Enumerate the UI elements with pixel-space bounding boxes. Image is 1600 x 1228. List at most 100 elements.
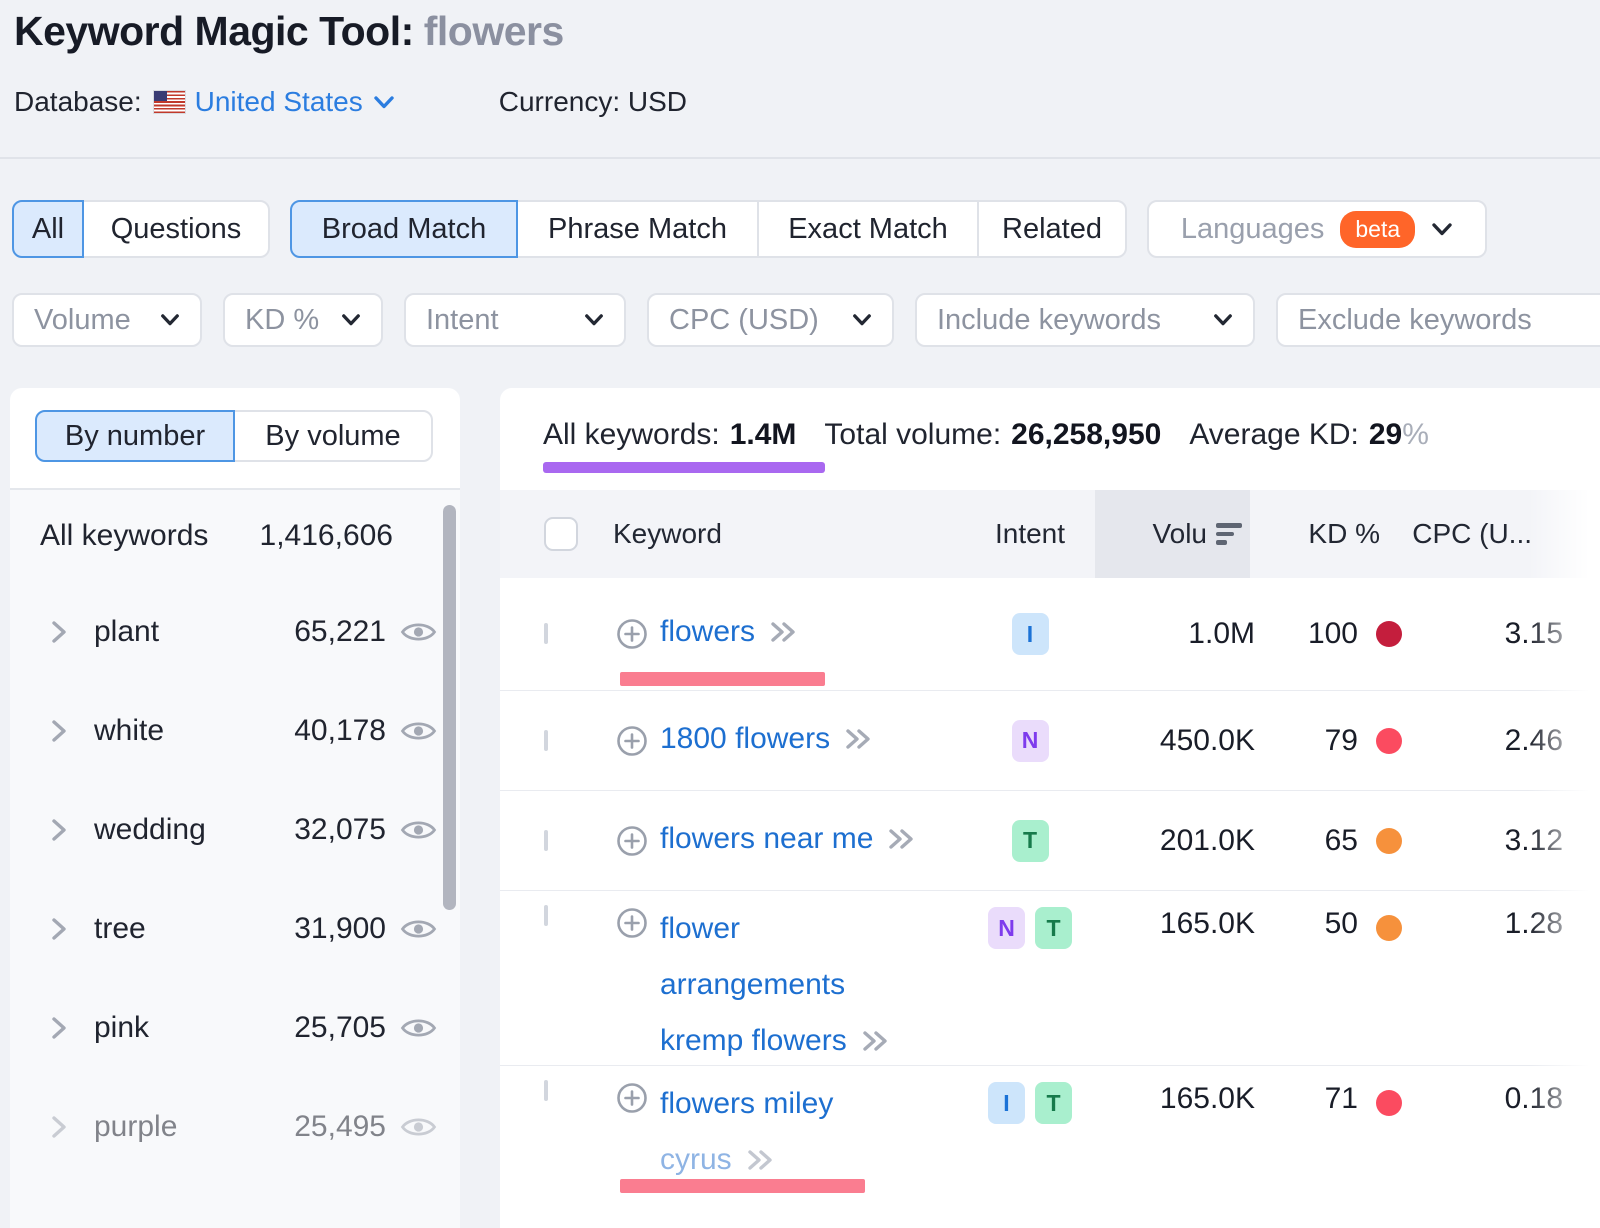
chevron-right-icon[interactable]: [50, 916, 68, 942]
group-row-wedding[interactable]: wedding 32,075: [10, 780, 460, 879]
row-checkbox[interactable]: [544, 905, 548, 926]
cpc-value: 2.46: [1400, 724, 1563, 758]
keyword-link[interactable]: 1800 flowers: [660, 720, 874, 762]
eye-icon[interactable]: [400, 1114, 437, 1140]
chevron-right-icon[interactable]: [50, 1015, 68, 1041]
select-all-checkbox[interactable]: [544, 517, 578, 551]
intent-badge-transactional: T: [1035, 907, 1072, 949]
eye-icon[interactable]: [400, 916, 437, 942]
plus-circle-icon[interactable]: [616, 907, 648, 939]
column-header-keyword: Keyword: [613, 490, 722, 578]
kd-level-dot: [1376, 828, 1402, 854]
table-row: 1800 flowers N 450.0K 79 2.46: [500, 690, 1600, 790]
keyword-link[interactable]: flowers: [660, 613, 799, 655]
eye-icon[interactable]: [400, 718, 437, 744]
group-row-tree[interactable]: tree 31,900: [10, 879, 460, 978]
page-title: Keyword Magic Tool:flowers: [14, 8, 564, 55]
keyword-magic-tool-page: Keyword Magic Tool:flowers Database: Uni…: [0, 0, 1600, 1228]
filter-exclude-keywords[interactable]: Exclude keywords: [1276, 293, 1600, 347]
average-kd-value: 29: [1369, 418, 1402, 451]
chevron-down-icon: [584, 313, 604, 327]
tab-phrase-match[interactable]: Phrase Match: [516, 200, 759, 258]
meta-row: Database: United States Currency: USD: [14, 86, 687, 118]
total-volume-label: Total volume:: [824, 418, 1001, 452]
languages-dropdown[interactable]: Languages beta: [1147, 200, 1487, 258]
eye-icon[interactable]: [400, 817, 437, 843]
table-header: Keyword Intent Volu KD % CPC (U...: [500, 490, 1600, 578]
currency-label: Currency:: [499, 86, 620, 117]
filter-intent[interactable]: Intent: [404, 293, 626, 347]
filter-kd[interactable]: KD %: [223, 293, 383, 347]
tab-questions[interactable]: Questions: [82, 200, 270, 258]
highlight-bar-keyword: [620, 1179, 865, 1193]
chevron-down-icon: [1213, 313, 1233, 327]
tab-related[interactable]: Related: [977, 200, 1127, 258]
intent-badge-transactional: T: [1035, 1082, 1072, 1124]
keyword-link[interactable]: flowers miley cyrus: [660, 1076, 833, 1192]
volume-value: 450.0K: [1090, 724, 1255, 758]
table-stats: All keywords:1.4M Total volume:26,258,95…: [543, 418, 1429, 452]
sidebar-scrollbar[interactable]: [443, 505, 456, 910]
filters-row: Volume KD % Intent CPC (USD) Include key…: [12, 293, 1600, 347]
all-keywords-count: 1,416,606: [260, 519, 393, 553]
plus-circle-icon[interactable]: [616, 1082, 648, 1114]
table-row: flowers miley cyrus I T 165.0K 71 0.18: [500, 1065, 1600, 1228]
chevron-right-icon[interactable]: [50, 817, 68, 843]
row-checkbox[interactable]: [544, 623, 548, 644]
kd-value: 65: [1255, 824, 1358, 858]
table-body: flowers I 1.0M 100 3.15 1800 flowers N 4…: [500, 578, 1600, 1228]
database-value: United States: [195, 86, 363, 118]
page-title-query: flowers: [424, 8, 564, 54]
group-row-white[interactable]: white 40,178: [10, 681, 460, 780]
scope-tab-group: All Questions: [12, 200, 270, 258]
tab-broad-match[interactable]: Broad Match: [290, 200, 518, 258]
group-row-plant[interactable]: plant 65,221: [10, 582, 460, 681]
filter-cpc[interactable]: CPC (USD): [647, 293, 894, 347]
double-chevron-right-icon[interactable]: [769, 617, 799, 655]
kd-level-dot: [1376, 915, 1402, 941]
keyword-link[interactable]: flower arrangements kremp flowers: [660, 901, 912, 1073]
all-keywords-row[interactable]: All keywords 1,416,606: [10, 490, 460, 582]
double-chevron-right-icon[interactable]: [844, 724, 874, 762]
us-flag-icon: [154, 91, 185, 113]
group-row-pink[interactable]: pink 25,705: [10, 978, 460, 1077]
column-header-cpc[interactable]: CPC (U...: [1380, 490, 1532, 578]
tab-exact-match[interactable]: Exact Match: [757, 200, 979, 258]
page-title-main: Keyword Magic Tool:: [14, 8, 414, 54]
column-header-volume[interactable]: Volu: [1095, 490, 1242, 578]
tab-by-volume[interactable]: By volume: [233, 410, 433, 462]
eye-icon[interactable]: [400, 1015, 437, 1041]
row-checkbox[interactable]: [544, 730, 548, 751]
kd-value: 50: [1255, 907, 1358, 941]
intent-badge-informational: I: [988, 1082, 1025, 1124]
intent-badge-navigational: N: [988, 907, 1025, 949]
plus-circle-icon[interactable]: [616, 618, 648, 650]
all-keywords-label: All keywords: [40, 519, 208, 553]
filter-volume[interactable]: Volume: [12, 293, 202, 347]
eye-icon[interactable]: [400, 619, 437, 645]
group-row-purple[interactable]: purple 25,495: [10, 1077, 460, 1176]
kd-level-dot: [1376, 621, 1402, 647]
row-checkbox[interactable]: [544, 1080, 548, 1101]
plus-circle-icon[interactable]: [616, 825, 648, 857]
plus-circle-icon[interactable]: [616, 725, 648, 757]
sort-desc-icon: [1216, 523, 1242, 545]
database-select[interactable]: United States: [195, 86, 395, 118]
filter-include-keywords[interactable]: Include keywords: [915, 293, 1255, 347]
keywords-table-panel: All keywords:1.4M Total volume:26,258,95…: [500, 388, 1600, 1228]
cpc-value: 3.12: [1400, 824, 1563, 858]
volume-value: 165.0K: [1090, 1082, 1255, 1116]
table-row: flowers I 1.0M 100 3.15: [500, 578, 1600, 690]
row-checkbox[interactable]: [544, 830, 548, 851]
double-chevron-right-icon[interactable]: [887, 824, 917, 862]
tab-all[interactable]: All: [12, 200, 84, 258]
beta-badge: beta: [1340, 211, 1415, 248]
chevron-right-icon[interactable]: [50, 619, 68, 645]
chevron-down-icon: [373, 95, 395, 110]
chevron-right-icon[interactable]: [50, 1114, 68, 1140]
keyword-link[interactable]: flowers near me: [660, 820, 912, 862]
tab-by-number[interactable]: By number: [35, 410, 235, 462]
highlight-bar-all-keywords: [543, 462, 825, 473]
column-header-kd[interactable]: KD %: [1255, 490, 1380, 578]
chevron-right-icon[interactable]: [50, 718, 68, 744]
